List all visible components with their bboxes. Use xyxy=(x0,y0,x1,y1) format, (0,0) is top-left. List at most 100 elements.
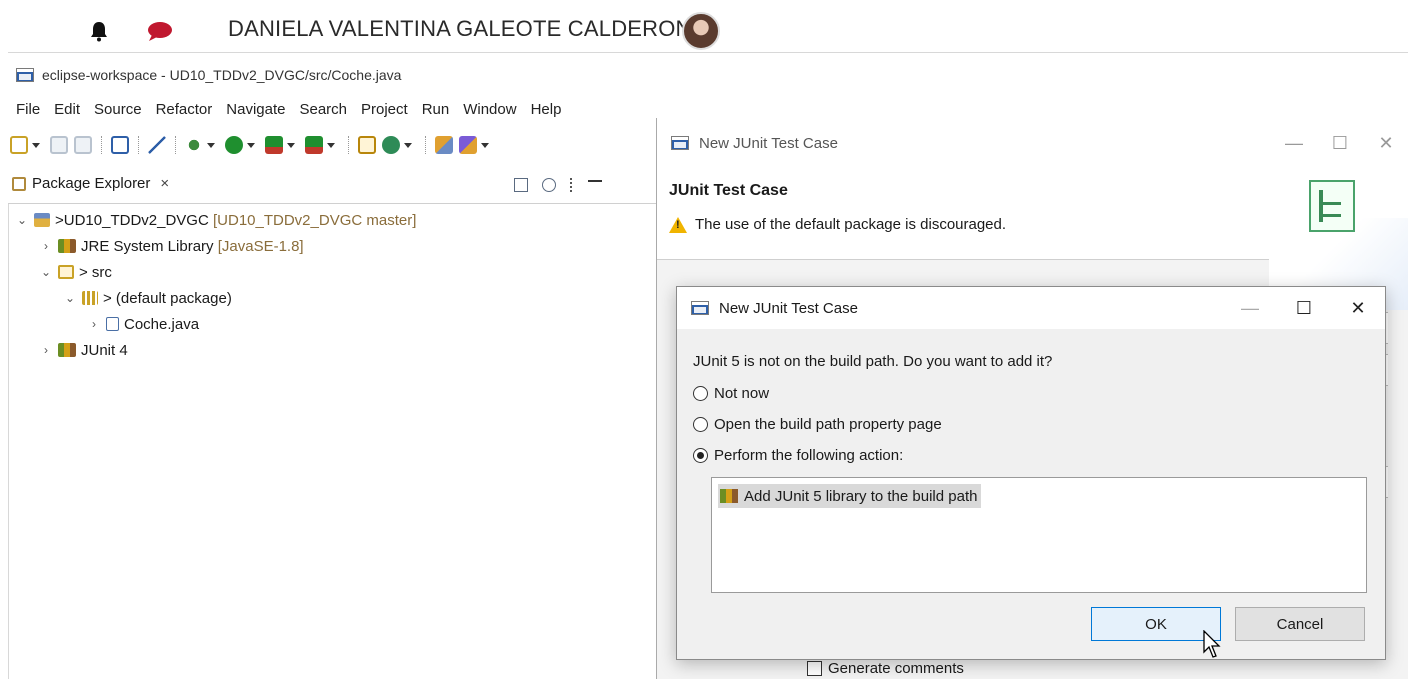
chevron-down-icon[interactable] xyxy=(207,142,215,148)
action-label: Add JUnit 5 library to the build path xyxy=(744,487,978,505)
tree-item-coche-java[interactable]: › Coche.java xyxy=(14,311,416,337)
coverage-icon[interactable] xyxy=(265,136,283,154)
dialog-title-bar: New JUnit Test Case — ☐ ✕ xyxy=(677,287,1385,329)
warning-icon xyxy=(669,216,687,233)
menu-edit[interactable]: Edit xyxy=(54,101,80,118)
menu-window[interactable]: Window xyxy=(463,101,516,118)
jre-version: [JavaSE-1.8] xyxy=(217,237,304,255)
new-class-icon[interactable] xyxy=(382,136,400,154)
dialog-question: JUnit 5 is not on the build path. Do you… xyxy=(693,353,1053,370)
checkbox-label: Generate comments xyxy=(828,660,964,677)
bell-icon[interactable] xyxy=(88,20,110,42)
toolbar-separator xyxy=(175,136,176,154)
generate-comments-checkbox[interactable]: Generate comments xyxy=(807,660,964,677)
tree-item-junit[interactable]: › JUnit 4 xyxy=(14,337,416,363)
minimize-icon[interactable] xyxy=(588,180,602,183)
action-list[interactable]: Add JUnit 5 library to the build path xyxy=(711,477,1367,593)
link-with-editor-icon[interactable] xyxy=(542,178,556,192)
toolbar-separator xyxy=(348,136,349,154)
debug-icon[interactable] xyxy=(185,136,203,154)
chevron-down-icon[interactable]: ⌄ xyxy=(14,213,30,227)
jre-label: JRE System Library xyxy=(81,237,214,255)
tree-item-project[interactable]: ⌄ > UD10_TDDv2_DVGC [UD10_TDDv2_DVGC mas… xyxy=(14,207,416,233)
library-icon xyxy=(720,489,738,503)
chevron-down-icon[interactable] xyxy=(32,142,40,148)
window-controls: — ☐ ✕ xyxy=(1223,287,1385,329)
chevron-down-icon[interactable] xyxy=(247,142,255,148)
option-label: Open the build path property page xyxy=(714,416,942,433)
save-icon[interactable] xyxy=(50,136,68,154)
chevron-right-icon[interactable]: › xyxy=(38,343,54,357)
console-icon[interactable] xyxy=(111,136,129,154)
option-not-now[interactable]: Not now xyxy=(693,385,769,402)
new-package-icon[interactable] xyxy=(358,136,376,154)
menu-navigate[interactable]: Navigate xyxy=(226,101,285,118)
chevron-down-icon[interactable]: ⌄ xyxy=(38,265,54,279)
close-button[interactable]: ✕ xyxy=(1331,298,1385,319)
cancel-button[interactable]: Cancel xyxy=(1235,607,1365,641)
window-controls: — ☐ ✕ xyxy=(1271,118,1408,168)
tree-item-src[interactable]: ⌄ > src xyxy=(14,259,416,285)
toolbar-separator xyxy=(101,136,102,154)
view-menu-icon[interactable] xyxy=(570,178,574,192)
run-icon[interactable] xyxy=(225,136,243,154)
add-junit5-dialog: New JUnit Test Case — ☐ ✕ JUnit 5 is not… xyxy=(676,286,1386,660)
tree-item-jre[interactable]: › JRE System Library [JavaSE-1.8] xyxy=(14,233,416,259)
warning-text: The use of the default package is discou… xyxy=(695,216,1007,233)
chevron-down-icon[interactable] xyxy=(327,142,335,148)
radio-button[interactable] xyxy=(693,417,708,432)
divider xyxy=(8,52,1408,53)
list-item[interactable]: Add JUnit 5 library to the build path xyxy=(718,484,982,508)
external-tools-icon[interactable] xyxy=(305,136,323,154)
radio-button[interactable] xyxy=(693,386,708,401)
avatar[interactable] xyxy=(682,12,720,50)
new-icon[interactable] xyxy=(10,136,28,154)
chevron-down-icon[interactable] xyxy=(404,142,412,148)
collapse-all-icon[interactable] xyxy=(514,178,528,192)
chevron-right-icon[interactable]: › xyxy=(86,317,102,331)
chevron-down-icon[interactable] xyxy=(481,142,489,148)
minimize-button[interactable]: — xyxy=(1271,133,1317,154)
library-icon xyxy=(58,239,76,253)
menu-help[interactable]: Help xyxy=(531,101,562,118)
chat-icon[interactable] xyxy=(146,20,174,42)
chevron-down-icon[interactable]: ⌄ xyxy=(62,291,78,305)
src-label: > src xyxy=(79,263,112,281)
close-button[interactable]: ✕ xyxy=(1363,133,1408,154)
menu-file[interactable]: File xyxy=(16,101,40,118)
file-label: Coche.java xyxy=(124,315,200,333)
eclipse-window-icon xyxy=(671,136,689,150)
package-explorer-header: Package Explorer × xyxy=(8,172,656,204)
chevron-down-icon[interactable] xyxy=(287,142,295,148)
maximize-button[interactable]: ☐ xyxy=(1317,133,1363,154)
user-topbar: DANIELA VALENTINA GALEOTE CALDERON xyxy=(0,0,1408,52)
maximize-button[interactable]: ☐ xyxy=(1277,298,1331,319)
project-name: UD10_TDDv2_DVGC xyxy=(63,211,209,229)
close-icon[interactable]: × xyxy=(160,175,169,192)
option-label: Not now xyxy=(714,385,770,402)
divider xyxy=(8,204,9,679)
username[interactable]: DANIELA VALENTINA GALEOTE CALDERON xyxy=(228,16,692,42)
menu-refactor[interactable]: Refactor xyxy=(156,101,213,118)
project-label: > xyxy=(55,211,64,229)
menu-search[interactable]: Search xyxy=(299,101,347,118)
minimize-button[interactable]: — xyxy=(1223,298,1277,319)
menu-run[interactable]: Run xyxy=(422,101,450,118)
junit-label: JUnit 4 xyxy=(81,341,128,359)
dialog-title: New JUnit Test Case xyxy=(719,299,858,317)
skip-breakpoints-icon[interactable] xyxy=(148,136,166,154)
tab-package-explorer[interactable]: Package Explorer × xyxy=(12,175,169,192)
search-tool-icon[interactable] xyxy=(459,136,477,154)
option-open-build-path[interactable]: Open the build path property page xyxy=(693,416,942,433)
option-perform-action[interactable]: Perform the following action: xyxy=(693,447,903,464)
chevron-right-icon[interactable]: › xyxy=(38,239,54,253)
tree-item-default-package[interactable]: ⌄ > (default package) xyxy=(14,285,416,311)
menu-source[interactable]: Source xyxy=(94,101,142,118)
menu-project[interactable]: Project xyxy=(361,101,408,118)
save-all-icon[interactable] xyxy=(74,136,92,154)
radio-button-selected[interactable] xyxy=(693,448,708,463)
source-folder-icon xyxy=(58,265,74,279)
checkbox[interactable] xyxy=(807,661,822,676)
mouse-cursor-icon xyxy=(1203,630,1221,658)
open-type-icon[interactable] xyxy=(435,136,453,154)
